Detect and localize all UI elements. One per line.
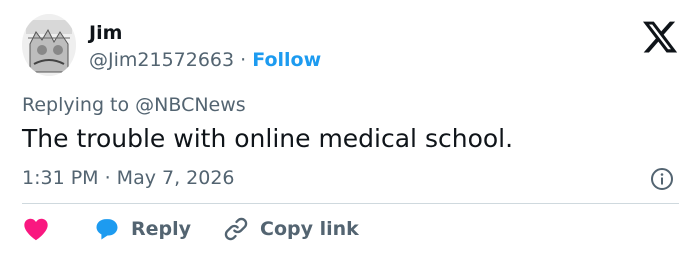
tweet-timestamp[interactable]: 1:31 PM · May 7, 2026	[22, 165, 235, 191]
avatar-image	[22, 14, 76, 76]
author-handle-row: @Jim21572663 · Follow	[89, 47, 321, 73]
copy-link-button[interactable]: Copy link	[222, 215, 359, 243]
info-icon[interactable]	[650, 167, 674, 191]
follow-button[interactable]: Follow	[252, 49, 321, 71]
heart-icon	[22, 215, 50, 243]
reply-mention-link[interactable]: @NBCNews	[135, 94, 246, 116]
tweet-text: The trouble with online medical school.	[22, 124, 514, 153]
avatar[interactable]	[22, 14, 76, 76]
reply-button[interactable]: Reply	[93, 215, 191, 243]
speech-bubble-icon	[93, 215, 121, 243]
author-display-name[interactable]: Jim	[89, 20, 122, 46]
x-logo-icon[interactable]	[641, 18, 679, 56]
link-icon	[222, 215, 250, 243]
like-button[interactable]	[22, 215, 50, 243]
replying-to: Replying to @NBCNews	[22, 92, 246, 118]
copy-link-label: Copy link	[260, 218, 359, 240]
action-bar: Reply Copy link	[22, 214, 390, 244]
replying-prefix: Replying to	[22, 94, 136, 116]
separator-dot: ·	[240, 49, 253, 71]
author-handle[interactable]: @Jim21572663	[89, 49, 234, 71]
divider	[22, 203, 679, 204]
reply-label: Reply	[131, 218, 192, 240]
